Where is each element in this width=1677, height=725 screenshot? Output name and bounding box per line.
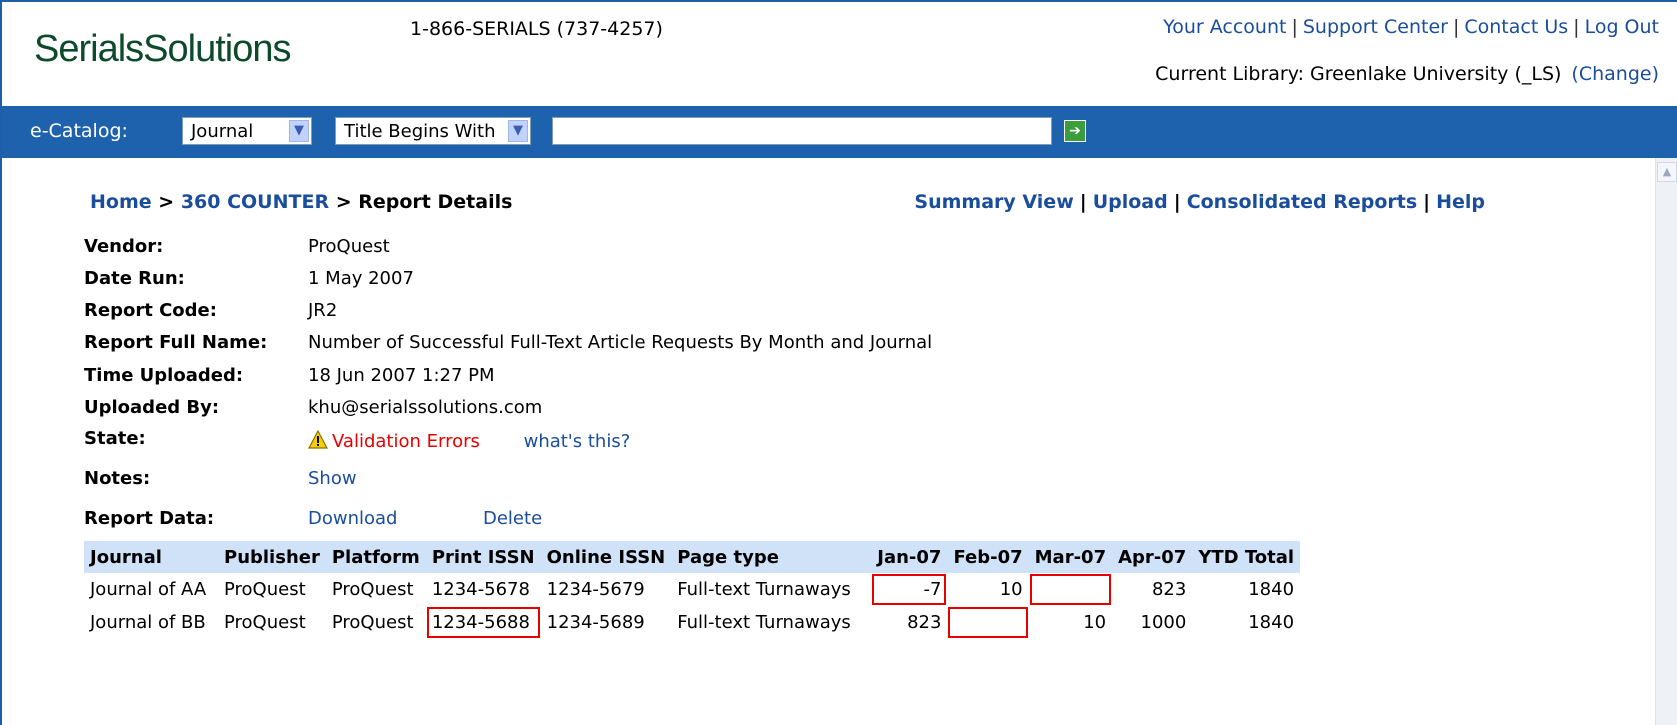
cell-mar-07: 10 (1083, 612, 1107, 633)
validation-errors-status: Validation Errors (332, 431, 480, 452)
download-link[interactable]: Download (308, 508, 397, 529)
report-code-value: JR2 (308, 300, 338, 321)
contact-us-link[interactable]: Contact Us (1464, 16, 1568, 38)
col-jan-07: Jan-07 (871, 541, 948, 573)
time-uploaded-value: 18 Jun 2007 1:27 PM (308, 365, 495, 386)
cell-ytd-total: 1840 (1248, 579, 1295, 600)
col-online-issn: Online ISSN (540, 541, 672, 573)
report-nav: Summary View | Upload | Consolidated Reports… (914, 191, 1485, 213)
scroll-up-arrow-icon[interactable]: ▲ (1657, 162, 1677, 182)
col-journal: Journal (84, 541, 218, 573)
link-separator: | (1452, 16, 1460, 38)
uploaded-by-value: khu@serialssolutions.com (308, 397, 543, 418)
serials-solutions-logo[interactable]: SerialsSolutions (34, 28, 291, 71)
chevron-down-icon[interactable]: ▼ (289, 120, 309, 142)
link-separator: | (1573, 16, 1580, 38)
delete-link[interactable]: Delete (483, 508, 542, 529)
whats-this-link[interactable]: what's this? (524, 431, 631, 452)
notes-label: Notes: (84, 468, 151, 489)
show-notes-link[interactable]: Show (308, 468, 357, 489)
uploaded-by-label: Uploaded By: (84, 397, 220, 418)
nav-separator: | (1423, 191, 1431, 213)
search-input[interactable] (552, 117, 1052, 145)
cell-publisher: ProQuest (224, 579, 306, 600)
col-mar-07: Mar-07 (1028, 541, 1113, 573)
breadcrumb: Home > 360 COUNTER > Report Details (90, 191, 512, 213)
cell-online-issn: 1234-5679 (546, 579, 645, 600)
state-value-row: Validation Errors what's this? (308, 430, 630, 452)
account-links: Your Account | Support Center | Contact Us | L… (1163, 16, 1659, 38)
report-full-name-label: Report Full Name: (84, 332, 268, 353)
breadcrumb-360-counter-link[interactable]: 360 COUNTER (181, 191, 329, 213)
ecatalog-search-bar: e-Catalog: Journal ▼ Title Begins With ▼… (2, 106, 1677, 158)
cell-ytd-total: 1840 (1248, 612, 1295, 633)
cell-journal: Journal of BB (90, 612, 206, 633)
cell-print-issn: 1234-5678 (431, 579, 530, 600)
table-header-row: Journal Publisher Platform Print ISSN On… (84, 541, 1301, 573)
change-library-link[interactable]: (Change) (1571, 63, 1659, 85)
cell-apr-07: 1000 (1140, 612, 1187, 633)
col-apr-07: Apr-07 (1112, 541, 1193, 573)
report-data-table: Journal Publisher Platform Print ISSN On… (84, 541, 1301, 639)
date-run-label: Date Run: (84, 268, 185, 289)
consolidated-reports-link[interactable]: Consolidated Reports (1187, 191, 1417, 213)
help-link[interactable]: Help (1436, 191, 1485, 213)
col-ytd-total: YTD Total (1192, 541, 1301, 573)
breadcrumb-home-link[interactable]: Home (90, 191, 152, 213)
search-mode-select[interactable]: Title Begins With ▼ (335, 117, 531, 145)
cell-apr-07: 823 (1151, 579, 1187, 600)
breadcrumb-current: Report Details (358, 191, 513, 213)
log-out-link[interactable]: Log Out (1585, 16, 1659, 38)
report-data-label: Report Data: (84, 508, 215, 529)
report-full-name-value: Number of Successful Full-Text Article R… (308, 332, 933, 353)
support-center-link[interactable]: Support Center (1303, 16, 1448, 38)
nav-separator: | (1079, 191, 1087, 213)
cell-journal: Journal of AA (90, 579, 207, 600)
current-library: Current Library: Greenlake University (_… (1155, 63, 1659, 85)
col-feb-07: Feb-07 (947, 541, 1029, 573)
cell-platform: ProQuest (331, 612, 414, 633)
phone-number: 1-866-SERIALS (737-4257) (410, 18, 663, 40)
summary-view-link[interactable]: Summary View (914, 191, 1073, 213)
cell-page-type: Full-text Turnaways (677, 612, 851, 633)
cell-print-issn-error: 1234-5688 (426, 606, 541, 639)
breadcrumb-separator: > (335, 191, 352, 213)
table-row: Journal of BB ProQuest ProQuest 1234-568… (84, 606, 1300, 639)
catalog-type-select[interactable]: Journal ▼ (182, 117, 312, 145)
col-platform: Platform (325, 541, 426, 573)
report-code-label: Report Code: (84, 300, 217, 321)
nav-separator: | (1173, 191, 1181, 213)
link-separator: | (1291, 16, 1298, 38)
date-run-value: 1 May 2007 (308, 268, 414, 289)
go-arrow-icon[interactable]: ➔ (1064, 120, 1086, 142)
cell-page-type: Full-text Turnaways (677, 579, 851, 600)
breadcrumb-separator: > (158, 191, 175, 213)
chevron-down-icon[interactable]: ▼ (508, 120, 528, 142)
vertical-scrollbar[interactable]: ▲ (1655, 158, 1677, 725)
cell-mar-07-error (1029, 573, 1112, 606)
vendor-label: Vendor: (84, 236, 164, 257)
table-row: Journal of AA ProQuest ProQuest 1234-567… (84, 573, 1300, 606)
search-mode-value: Title Begins With (344, 121, 496, 142)
window-border-top (0, 0, 1677, 2)
cell-feb-07-error (947, 606, 1028, 639)
your-account-link[interactable]: Your Account (1163, 16, 1286, 38)
vendor-value: ProQuest (308, 236, 390, 257)
ecatalog-label: e-Catalog: (30, 120, 128, 142)
cell-jan-07: 823 (907, 612, 942, 633)
cell-publisher: ProQuest (224, 612, 306, 633)
time-uploaded-label: Time Uploaded: (84, 365, 244, 386)
warning-icon (308, 430, 328, 449)
col-print-issn: Print ISSN (425, 541, 541, 573)
upload-link[interactable]: Upload (1093, 191, 1168, 213)
col-page-type: Page type (671, 541, 872, 573)
cell-platform: ProQuest (331, 579, 414, 600)
cell-online-issn: 1234-5689 (546, 612, 645, 633)
state-label: State: (84, 428, 146, 449)
library-label: Current Library: Greenlake University (_… (1155, 63, 1562, 85)
col-publisher: Publisher (218, 541, 326, 573)
cell-jan-07-error: -7 (871, 573, 947, 606)
cell-feb-07: 10 (999, 579, 1023, 600)
catalog-type-value: Journal (191, 121, 254, 142)
